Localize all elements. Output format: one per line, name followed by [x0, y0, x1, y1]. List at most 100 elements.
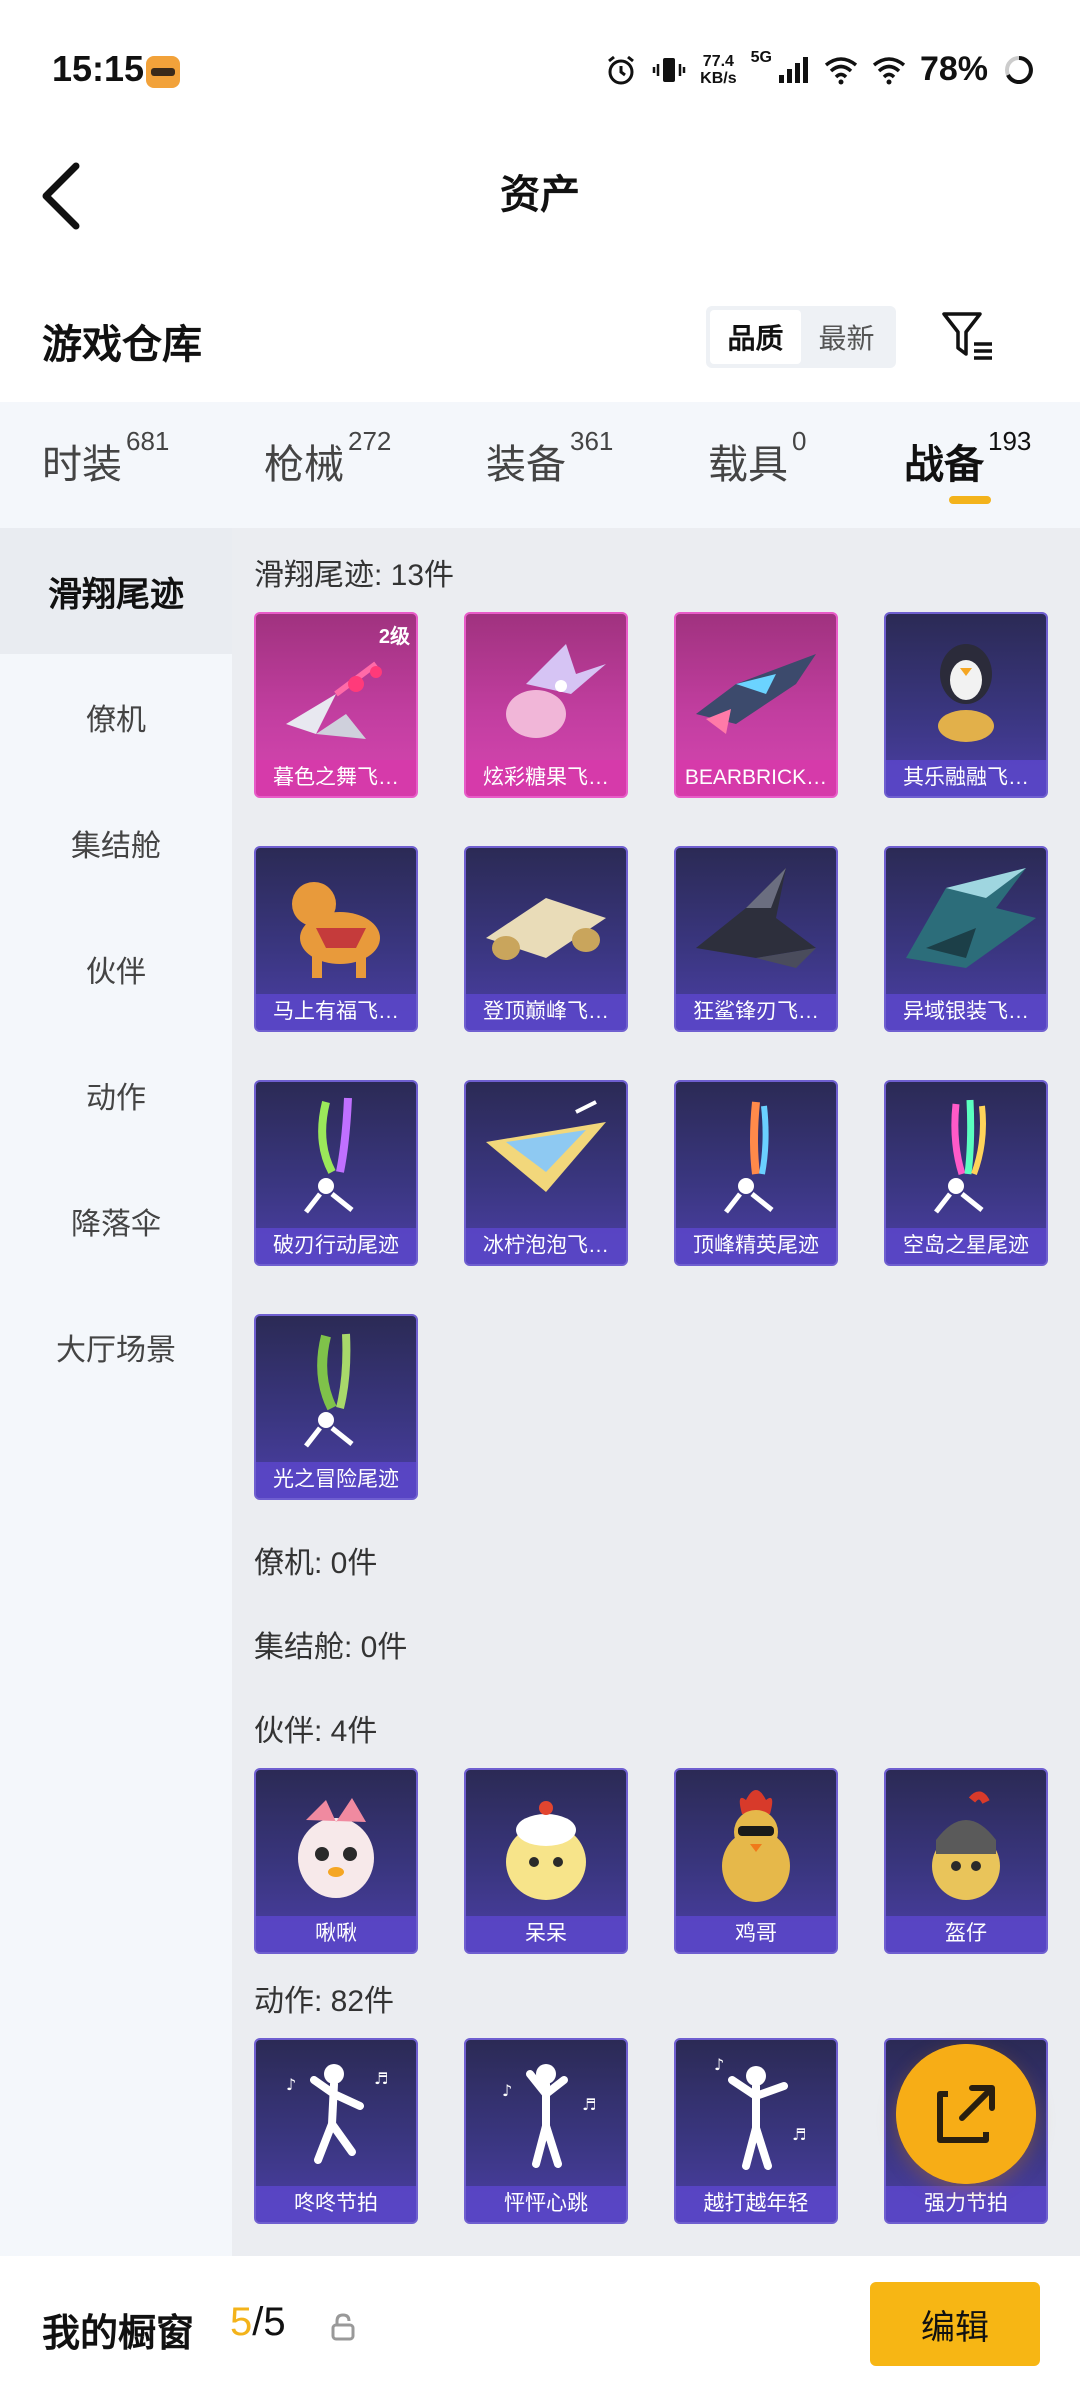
app-notification-icon	[146, 56, 180, 88]
item-card[interactable]: 2级 暮色之舞飞…	[254, 612, 418, 798]
item-card[interactable]: 破刃行动尾迹	[254, 1080, 418, 1266]
item-name: 顶峰精英尾迹	[676, 1228, 836, 1264]
section-label-emotes: 动作: 82件	[254, 1985, 395, 2018]
item-card[interactable]: ♪ ♬ 越打越年轻	[674, 2038, 838, 2224]
item-name: 其乐融融飞…	[886, 760, 1046, 796]
item-card[interactable]: 盔仔	[884, 1768, 1048, 1954]
showcase-count-current: 5	[230, 2300, 253, 2344]
item-card[interactable]: 冰柠泡泡飞…	[464, 1080, 628, 1266]
companion-daidai-image	[506, 1801, 586, 1900]
section-label-wingman: 僚机: 0件	[254, 1547, 378, 1580]
side-item-glide-trails[interactable]: 滑翔尾迹	[0, 528, 232, 654]
item-name: 强力节拍	[886, 2186, 1046, 2222]
trail-blade-operation-image	[304, 1097, 354, 1214]
bottom-bar: 我的橱窗 5/5 编辑	[0, 2256, 1080, 2400]
item-card[interactable]: 马上有福飞…	[254, 846, 418, 1032]
showcase-count-separator: /	[252, 2300, 264, 2344]
side-nav: 滑翔尾迹 僚机 集结舱 伙伴 动作 降落伞 大厅场景	[0, 528, 232, 2256]
sort-quality-button[interactable]: 品质	[710, 310, 801, 364]
item-card[interactable]: 其乐融融飞…	[884, 612, 1048, 798]
active-tab-indicator	[949, 496, 991, 504]
glider-exotic-silver-image	[906, 868, 1036, 968]
level-badge: 2级	[378, 626, 410, 648]
glider-shark-image	[696, 868, 816, 968]
tab-label: 装备	[486, 443, 566, 487]
edit-button[interactable]: 编辑	[870, 2282, 1040, 2366]
item-name: 呆呆	[466, 1916, 626, 1952]
item-card[interactable]: BEARBRICK…	[674, 612, 838, 798]
item-name: 冰柠泡泡飞…	[466, 1228, 626, 1264]
status-bar: 15:15 77.4 KB/s 5G 78%	[0, 0, 1080, 140]
svg-text:♪: ♪	[714, 2055, 724, 2074]
item-name: 怦怦心跳	[466, 2186, 626, 2222]
status-indicators: 77.4 KB/s 5G 78%	[604, 48, 1036, 89]
glider-summit-image	[486, 898, 606, 960]
filter-button[interactable]	[940, 308, 996, 364]
item-name: 光之冒险尾迹	[256, 1462, 416, 1498]
side-item-emotes[interactable]: 动作	[0, 1032, 232, 1158]
side-item-wingman[interactable]: 僚机	[0, 654, 232, 780]
tab-count: 193	[988, 426, 1032, 456]
svg-text:♪: ♪	[286, 2075, 296, 2094]
item-name: BEARBRICK…	[676, 760, 836, 796]
item-card[interactable]: ♪ ♬ 咚咚节拍	[254, 2038, 418, 2224]
tab-count: 681	[126, 426, 170, 456]
item-card[interactable]: 顶峰精英尾迹	[674, 1080, 838, 1266]
item-card[interactable]: 狂鲨锋刃飞…	[674, 846, 838, 1032]
vibrate-icon	[652, 57, 686, 82]
item-card[interactable]: 呆呆	[464, 1768, 628, 1954]
item-card[interactable]: 空岛之星尾迹	[884, 1080, 1048, 1266]
item-name: 马上有福飞…	[256, 994, 416, 1030]
item-card[interactable]: 登顶巅峰飞…	[464, 846, 628, 1032]
battery-level: 78%	[919, 50, 988, 88]
network-speed-unit: KB/s	[700, 69, 737, 87]
item-name: 破刃行动尾迹	[256, 1228, 416, 1264]
tab-fashion[interactable]: 时装681	[42, 426, 169, 490]
sort-newest-button[interactable]: 最新	[801, 310, 892, 364]
item-name: 越打越年轻	[676, 2186, 836, 2222]
emote-heartbeat-image: ♪ ♬	[502, 2064, 596, 2168]
emote-younger-image: ♪ ♬	[714, 2055, 806, 2170]
item-grid-area: 滑翔尾迹: 13件 2级 暮色之舞飞… 炫彩糖果飞… BEARBRICK… 其乐…	[232, 528, 1080, 2256]
side-item-lobby-scene[interactable]: 大厅场景	[0, 1284, 232, 1410]
item-name: 盔仔	[886, 1916, 1046, 1952]
item-card[interactable]: 啾啾	[254, 1768, 418, 1954]
warehouse-title: 游戏仓库	[42, 323, 202, 367]
item-card[interactable]: 鸡哥	[674, 1768, 838, 1954]
section-label-rally-pod: 集结舱: 0件	[254, 1631, 408, 1664]
side-item-companions[interactable]: 伙伴	[0, 906, 232, 1032]
tab-count: 0	[792, 426, 807, 456]
item-name: 狂鲨锋刃飞…	[676, 994, 836, 1030]
tab-count: 272	[348, 426, 392, 456]
item-card[interactable]: 光之冒险尾迹	[254, 1314, 418, 1500]
item-name: 咚咚节拍	[256, 2186, 416, 2222]
battery-ring-icon	[1005, 55, 1033, 84]
tab-label: 载具	[708, 443, 788, 487]
tab-vehicles[interactable]: 载具0	[708, 426, 806, 490]
item-card[interactable]: 炫彩糖果飞…	[464, 612, 628, 798]
trail-sky-island-star-image	[934, 1099, 986, 1214]
network-speed-value: 77.4	[702, 52, 734, 70]
tab-label: 枪械	[264, 443, 344, 487]
share-fab-button[interactable]	[896, 2044, 1036, 2184]
glider-lemon-bubble-image	[486, 1100, 606, 1192]
category-tabs: 时装681 枪械272 装备361 载具0 战备193	[0, 402, 1080, 528]
tab-equipment[interactable]: 装备361	[486, 426, 613, 490]
svg-text:♬: ♬	[582, 2095, 596, 2114]
item-name: 啾啾	[256, 1916, 416, 1952]
lock-icon	[331, 2313, 355, 2341]
network-type: 5G	[750, 48, 772, 66]
tab-firearms[interactable]: 枪械272	[264, 426, 391, 490]
side-item-rally-pod[interactable]: 集结舱	[0, 780, 232, 906]
item-name: 登顶巅峰飞…	[466, 994, 626, 1030]
network-speed: 77.4 KB/s	[700, 53, 736, 87]
item-card[interactable]: 异域银装飞…	[884, 846, 1048, 1032]
signal-icon	[778, 56, 808, 83]
item-name: 炫彩糖果飞…	[466, 760, 626, 796]
item-card[interactable]: ♪ ♬ 怦怦心跳	[464, 2038, 628, 2224]
section-label-glide-trails: 滑翔尾迹: 13件	[254, 559, 455, 592]
side-item-parachute[interactable]: 降落伞	[0, 1158, 232, 1284]
svg-text:♪: ♪	[502, 2081, 512, 2100]
companion-jige-image	[722, 1790, 790, 1902]
tab-battle-prep[interactable]: 战备193	[904, 426, 1031, 490]
